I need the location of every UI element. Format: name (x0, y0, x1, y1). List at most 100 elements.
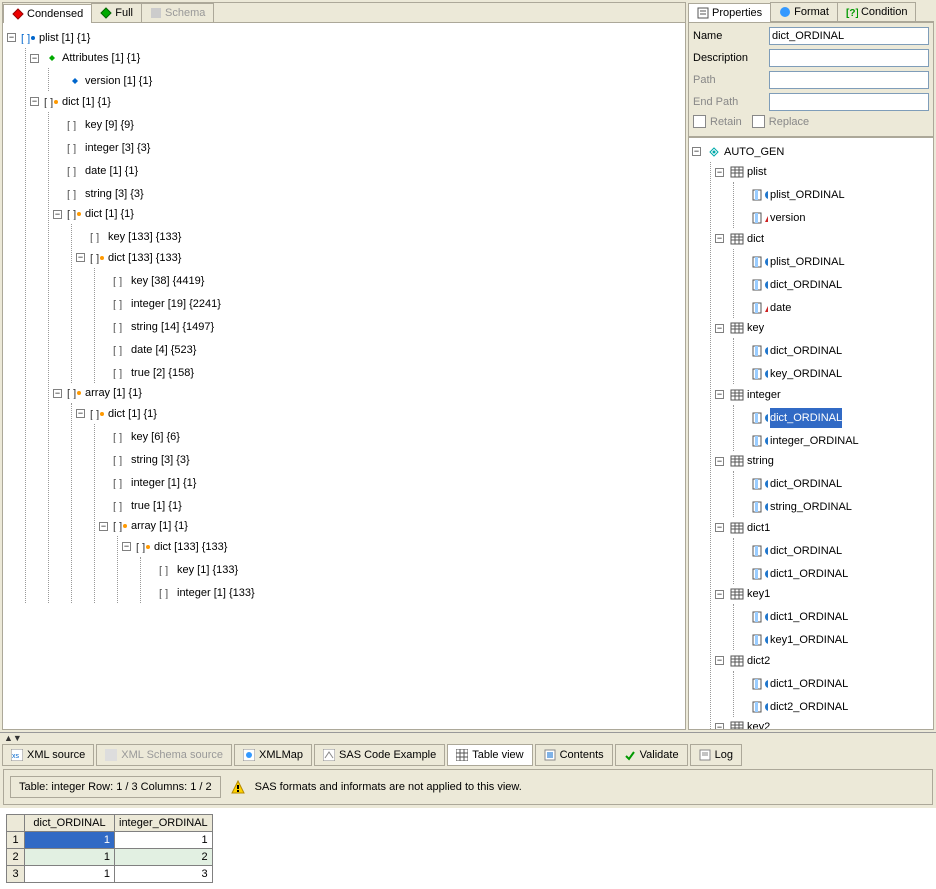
table-cell[interactable]: 1 (115, 832, 213, 849)
tree-node[interactable]: −dict1dict_ORDINALdict1_ORDINAL (715, 517, 930, 584)
tree-node[interactable]: dict_ORDINAL (738, 471, 930, 494)
tree-node[interactable]: [ ]key [9] {9} (53, 112, 681, 135)
expand-toggle[interactable]: − (7, 33, 16, 42)
tab-xmlmap[interactable]: XMLMap (234, 744, 312, 766)
expand-toggle[interactable]: − (715, 390, 724, 399)
table-row[interactable]: 212 (7, 849, 213, 866)
tree-node[interactable]: [ ]string [3] {3} (53, 181, 681, 204)
tree-node[interactable]: −keydict_ORDINALkey_ORDINAL (715, 318, 930, 385)
expand-toggle[interactable]: − (715, 590, 724, 599)
tree-node[interactable]: dict1_ORDINAL (738, 561, 930, 584)
tree-node[interactable]: −key2 (715, 717, 930, 731)
table-cell[interactable]: 1 (25, 849, 115, 866)
tree-node[interactable]: [ ]key [133] {133} (76, 224, 681, 247)
tree-node[interactable]: −[ ]dict [1] {1}[ ]key [133] {133}−[ ]di… (53, 204, 681, 383)
tree-node[interactable]: −AUTO_GEN−plistplist_ORDINALversion−dict… (692, 141, 930, 730)
tree-node[interactable]: string_ORDINAL (738, 494, 930, 517)
tab-table-view[interactable]: Table view (447, 744, 532, 766)
tab-log[interactable]: Log (690, 744, 742, 766)
tree-node[interactable]: [ ]date [4] {523} (99, 337, 681, 360)
tree-node[interactable]: −stringdict_ORDINALstring_ORDINAL (715, 451, 930, 518)
tree-node[interactable]: dict1_ORDINAL (738, 604, 930, 627)
expand-toggle[interactable]: − (715, 723, 724, 731)
tree-node[interactable]: −plistplist_ORDINALversion (715, 162, 930, 229)
tree-node[interactable]: version (738, 205, 930, 228)
tree-node[interactable]: −dictplist_ORDINALdict_ORDINALdate (715, 228, 930, 318)
column-header[interactable]: integer_ORDINAL (115, 815, 213, 832)
tree-node[interactable]: −[ ]plist [1] {1}−Attributes [1] {1}vers… (7, 27, 681, 603)
tree-node[interactable]: date (738, 295, 930, 318)
tab-validate[interactable]: Validate (615, 744, 688, 766)
tree-node[interactable]: [ ]true [1] {1} (99, 493, 681, 516)
retain-checkbox[interactable]: Retain (693, 115, 742, 128)
expand-toggle[interactable]: − (715, 523, 724, 532)
tree-node[interactable]: −Attributes [1] {1}version [1] {1} (30, 48, 681, 92)
tree-node[interactable]: [ ]integer [19] {2241} (99, 291, 681, 314)
tree-node[interactable]: [ ]integer [3] {3} (53, 135, 681, 158)
tab-schema[interactable]: Schema (141, 3, 214, 22)
expand-toggle[interactable]: − (30, 54, 39, 63)
tree-node[interactable]: dict1_ORDINAL (738, 671, 930, 694)
description-field[interactable] (769, 49, 929, 67)
tree-node[interactable]: [ ]key [6] {6} (99, 424, 681, 447)
table-cell[interactable]: 1 (25, 866, 115, 883)
tree-node[interactable]: −[ ]dict [1] {1}[ ]key [6] {6}[ ]string … (76, 403, 681, 603)
name-field[interactable] (769, 27, 929, 45)
expand-toggle[interactable]: − (99, 522, 108, 531)
tree-node[interactable]: integer_ORDINAL (738, 428, 930, 451)
tab-sas-code[interactable]: SAS Code Example (314, 744, 445, 766)
expand-toggle[interactable]: − (76, 253, 85, 262)
tree-node[interactable]: version [1] {1} (53, 68, 681, 91)
tree-node[interactable]: plist_ORDINAL (738, 182, 930, 205)
column-header[interactable]: dict_ORDINAL (25, 815, 115, 832)
expand-toggle[interactable]: − (715, 324, 724, 333)
tab-xml-schema-source[interactable]: XML Schema source (96, 744, 232, 766)
tab-condition[interactable]: [?] Condition (837, 2, 916, 21)
splitter-grip[interactable]: ▲▼ (0, 733, 936, 742)
data-table[interactable]: dict_ORDINALinteger_ORDINAL111212313 (6, 814, 213, 883)
tree-node[interactable]: [ ]string [14] {1497} (99, 314, 681, 337)
right-tree[interactable]: −AUTO_GEN−plistplist_ORDINALversion−dict… (688, 137, 934, 730)
tree-node[interactable]: −[ ]array [1] {1}−[ ]dict [133] {133}[ ]… (99, 516, 681, 603)
endpath-field[interactable] (769, 93, 929, 111)
tree-node[interactable]: [ ]key [38] {4419} (99, 268, 681, 291)
tree-node[interactable]: plist_ORDINAL (738, 249, 930, 272)
table-row[interactable]: 111 (7, 832, 213, 849)
tree-node[interactable]: dict_ORDINAL (738, 338, 930, 361)
tree-node[interactable]: [ ]string [3] {3} (99, 447, 681, 470)
expand-toggle[interactable]: − (76, 409, 85, 418)
expand-toggle[interactable]: − (715, 656, 724, 665)
tree-node[interactable]: dict_ORDINAL (738, 272, 930, 295)
tree-node[interactable]: [ ]true [2] {158} (99, 360, 681, 383)
table-row[interactable]: 313 (7, 866, 213, 883)
expand-toggle[interactable]: − (715, 234, 724, 243)
tree-node[interactable]: −[ ]array [1] {1}−[ ]dict [1] {1}[ ]key … (53, 383, 681, 603)
tab-properties[interactable]: Properties (688, 3, 771, 22)
tree-node[interactable]: −dict2dict1_ORDINALdict2_ORDINAL (715, 650, 930, 717)
left-tree[interactable]: −[ ]plist [1] {1}−Attributes [1] {1}vers… (3, 23, 685, 729)
tree-node[interactable]: −[ ]dict [133] {133}[ ]key [38] {4419}[ … (76, 247, 681, 383)
expand-toggle[interactable]: − (53, 210, 62, 219)
path-field[interactable] (769, 71, 929, 89)
tree-node[interactable]: −integerdict_ORDINALinteger_ORDINAL (715, 384, 930, 451)
expand-toggle[interactable]: − (692, 147, 701, 156)
replace-checkbox[interactable]: Replace (752, 115, 809, 128)
tree-node[interactable]: key1_ORDINAL (738, 627, 930, 650)
table-cell[interactable]: 3 (115, 866, 213, 883)
tree-node[interactable]: dict_ORDINAL (738, 538, 930, 561)
tab-full[interactable]: Full (91, 3, 142, 22)
tab-xml-source[interactable]: xsXML source (2, 744, 94, 766)
tree-node[interactable]: [ ]key [1] {133} (145, 557, 681, 580)
tree-node[interactable]: −[ ]dict [133] {133}[ ]key [1] {133}[ ]i… (122, 536, 681, 603)
table-cell[interactable]: 2 (115, 849, 213, 866)
table-cell[interactable]: 1 (25, 832, 115, 849)
tree-node[interactable]: [ ]date [1] {1} (53, 158, 681, 181)
tree-node[interactable]: [ ]integer [1] {133} (145, 580, 681, 603)
tree-node[interactable]: −key1dict1_ORDINALkey1_ORDINAL (715, 584, 930, 651)
tree-node[interactable]: dict2_ORDINAL (738, 694, 930, 717)
tree-node[interactable]: [ ]integer [1] {1} (99, 470, 681, 493)
tree-node[interactable]: dict_ORDINAL (738, 405, 930, 428)
expand-toggle[interactable]: − (53, 389, 62, 398)
tree-node[interactable]: −[ ]dict [1] {1}[ ]key [9] {9}[ ]integer… (30, 91, 681, 603)
tab-contents[interactable]: Contents (535, 744, 613, 766)
